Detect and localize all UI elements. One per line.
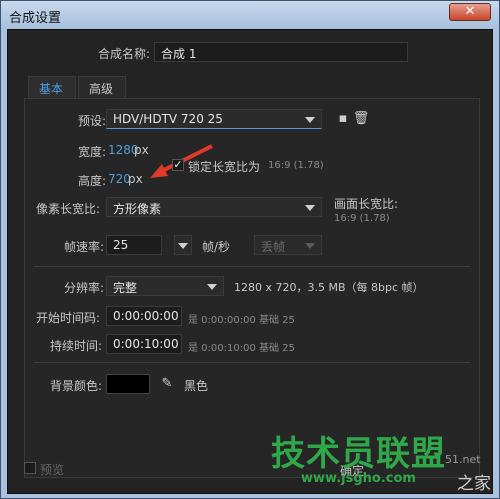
window-title: 合成设置 [9,11,62,26]
background-color-label: 背景颜色: [50,379,103,393]
delete-preset-icon[interactable]: 🗑 [352,110,370,128]
lock-aspect-label: 锁定长宽比为 [188,160,261,174]
pixel-aspect-value: 方形像素 [113,202,162,216]
divider [34,362,470,363]
duration-input[interactable]: 0:00:10:00 [106,334,182,354]
resolution-label: 分辨率: [64,281,105,295]
lock-aspect-checkbox[interactable]: ✓ [172,159,184,171]
watermark-right-text: 之家 [457,474,491,494]
eyedropper-icon[interactable]: ✎ [158,375,176,393]
save-preset-icon[interactable]: ▪ [334,110,352,128]
pixel-aspect-label: 像素长宽比: [36,202,101,216]
chevron-down-icon [207,284,217,290]
chevron-down-icon [305,243,315,249]
duration-label: 持续时间: [50,339,103,353]
dialog-window: 合成设置 ✕ 合成名称: 合成 1 基本 高级 预设: HDV/HDTV 720… [0,0,500,499]
resolution-dropdown[interactable]: 完整 [106,276,224,296]
preset-label: 预设: [78,114,107,128]
watermark-partial: 51.net [445,453,481,466]
watermark-url: www.jsgho.com [301,471,416,486]
frame-rate-unit: 帧/秒 [202,240,231,254]
background-color-swatch[interactable] [106,374,150,394]
close-button[interactable]: ✕ [449,3,491,21]
tab-basic[interactable]: 基本 [28,76,76,98]
resolution-value: 完整 [113,281,138,295]
frame-rate-label: 帧速率: [64,240,105,254]
preview-label: 预览 [40,463,65,477]
frame-aspect-label: 画面长宽比: [334,197,399,211]
start-timecode-input[interactable]: 0:00:00:00 [106,306,182,326]
chevron-down-icon [305,205,315,211]
comp-name-input[interactable]: 合成 1 [154,42,408,62]
tab-advanced[interactable]: 高级 [78,76,126,98]
height-label: 高度: [78,174,107,188]
preset-dropdown[interactable]: HDV/HDTV 720 25 [106,109,322,129]
title-bar: 合成设置 ✕ [1,1,499,29]
frame-rate-dropdown[interactable] [174,235,192,255]
watermark-text: 技术员联盟 [271,434,446,474]
divider [34,266,470,267]
frame-rate-input[interactable]: 25 [106,235,162,255]
height-unit: px [128,172,143,186]
pixel-aspect-dropdown[interactable]: 方形像素 [106,197,322,217]
resolution-info: 1280 x 720，3.5 MB（每 8bpc 帧） [234,281,424,294]
frame-aspect-value: 16:9 (1.78) [334,213,390,224]
preview-checkbox[interactable] [24,462,36,474]
start-timecode-info: 是 0:00:00:00 基础 25 [188,315,295,326]
width-label: 宽度: [78,145,107,159]
drop-frame-value: 丢帧 [261,240,286,254]
chevron-down-icon [305,117,315,123]
background-color-name: 黑色 [184,379,209,393]
preset-value: HDV/HDTV 720 25 [113,112,223,126]
duration-info: 是 0:00:10:00 基础 25 [188,343,295,354]
drop-frame-dropdown[interactable]: 丢帧 [254,235,322,255]
chevron-down-icon [178,243,188,249]
comp-name-label: 合成名称: [98,47,151,61]
width-unit: px [134,143,149,157]
dialog-content: 合成名称: 合成 1 基本 高级 预设: HDV/HDTV 720 25 ▪ 🗑… [7,29,493,494]
lock-aspect-value: 16:9 (1.78) [268,160,324,171]
start-timecode-label: 开始时间码: [36,311,101,325]
